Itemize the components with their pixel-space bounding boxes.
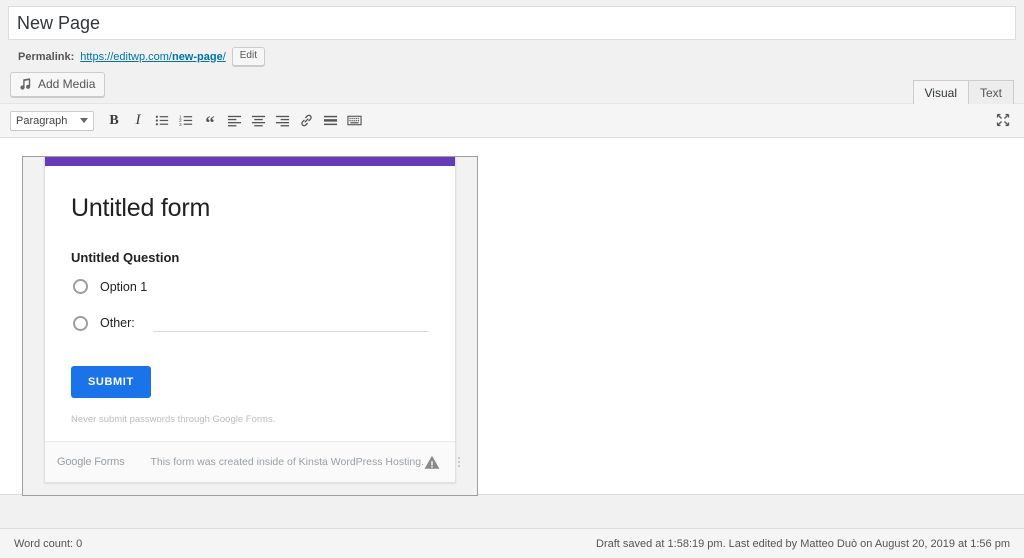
google-form-card: Untitled form Untitled Question Option 1… — [44, 157, 456, 483]
numbered-list-button[interactable]: 1 2 3 — [175, 110, 197, 132]
password-warning-note: Never submit passwords through Google Fo… — [71, 414, 429, 425]
read-more-button[interactable] — [319, 110, 341, 132]
align-right-button[interactable] — [271, 110, 293, 132]
permalink-label: Permalink: — [18, 48, 74, 66]
italic-button[interactable]: I — [127, 110, 149, 132]
form-option-label: Option 1 — [100, 280, 147, 294]
editor-toolbar: Paragraph B I 1 2 3 “ — [0, 104, 1024, 138]
svg-text:3: 3 — [179, 122, 182, 127]
other-text-input[interactable] — [153, 314, 429, 332]
permalink-url[interactable]: https://editwp.com/new-page/ — [80, 48, 226, 66]
google-forms-logo: GoogleForms — [57, 456, 124, 468]
form-body: Untitled form Untitled Question Option 1… — [45, 166, 455, 425]
toolbar-toggle-button[interactable] — [343, 110, 365, 132]
format-select[interactable]: Paragraph — [10, 111, 94, 131]
permalink-row: Permalink: https://editwp.com/new-page/ … — [0, 40, 1024, 72]
post-title-input[interactable] — [8, 6, 1016, 40]
form-submit-button[interactable]: SUBMIT — [71, 366, 151, 398]
bold-button[interactable]: B — [103, 110, 125, 132]
blockquote-button[interactable]: “ — [199, 110, 221, 132]
permalink-slug: new-page — [172, 51, 223, 63]
form-option-other-label: Other: — [100, 316, 135, 330]
editor-content-area[interactable]: Untitled form Untitled Question Option 1… — [0, 138, 1024, 494]
google-form-embed[interactable]: Untitled form Untitled Question Option 1… — [22, 156, 478, 496]
tab-text[interactable]: Text — [968, 80, 1014, 106]
chevron-down-icon — [80, 118, 88, 123]
form-footer-note: This form was created inside of Kinsta W… — [150, 456, 424, 468]
media-tabs-row: Add Media Visual Text — [0, 72, 1024, 103]
media-icon — [19, 77, 33, 91]
form-title: Untitled form — [71, 192, 429, 224]
format-select-value: Paragraph — [16, 115, 67, 127]
add-media-label: Add Media — [38, 76, 95, 92]
align-left-button[interactable] — [223, 110, 245, 132]
editor-shell: Paragraph B I 1 2 3 “ — [0, 103, 1024, 495]
google-forms-logo-google: Google — [57, 456, 91, 468]
bulleted-list-button[interactable] — [151, 110, 173, 132]
form-option-row[interactable]: Option 1 — [71, 279, 429, 294]
permalink-url-suffix: / — [223, 51, 226, 63]
insert-link-button[interactable] — [295, 110, 317, 132]
form-option-other-row[interactable]: Other: — [71, 314, 429, 332]
save-status: Draft saved at 1:58:19 pm. Last edited b… — [596, 538, 1010, 550]
form-question-title: Untitled Question — [71, 250, 429, 265]
kebab-menu-icon[interactable] — [458, 454, 460, 470]
form-accent-bar — [45, 157, 455, 166]
edit-permalink-button[interactable]: Edit — [232, 47, 265, 66]
permalink-url-prefix: https://editwp.com/ — [80, 51, 172, 63]
editor-mode-tabs: Visual Text — [914, 80, 1014, 106]
form-footer: GoogleForms This form was created inside… — [45, 441, 455, 482]
google-forms-logo-forms: Forms — [94, 456, 124, 468]
warning-triangle-icon[interactable] — [424, 455, 440, 470]
radio-button-other[interactable] — [73, 316, 88, 331]
fullscreen-icon[interactable] — [992, 109, 1014, 131]
align-center-button[interactable] — [247, 110, 269, 132]
editor-status-bar: Word count: 0 Draft saved at 1:58:19 pm.… — [0, 528, 1024, 558]
word-count: Word count: 0 — [14, 538, 82, 550]
tab-visual[interactable]: Visual — [913, 80, 969, 106]
radio-button-option-1[interactable] — [73, 279, 88, 294]
add-media-button[interactable]: Add Media — [10, 72, 105, 97]
title-field-wrapper — [0, 0, 1024, 40]
